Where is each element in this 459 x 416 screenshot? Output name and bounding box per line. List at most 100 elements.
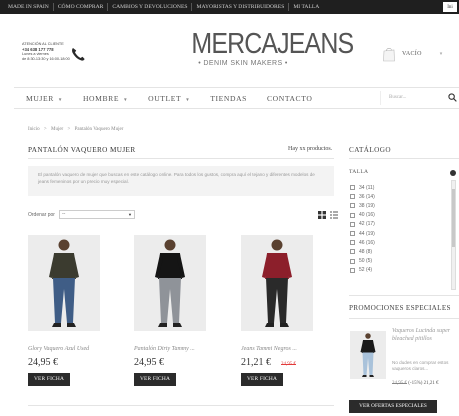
nav-item-hombre[interactable]: HOMBRE ▼ [83,94,128,103]
sort-label: Ordenar por [28,211,55,218]
product-image[interactable] [28,235,100,331]
cart-button[interactable]: VACÍO ▾ [382,46,442,62]
category-description: El pantalón vaquero de mujer que buscas … [28,166,334,196]
login-button[interactable]: Ini [443,2,457,12]
size-option-label: 40 (16) [359,212,375,219]
breadcrumb-separator: > [43,127,47,132]
checkbox[interactable] [350,231,355,237]
shopping-bag-icon [383,48,395,62]
breadcrumb-mujer[interactable]: Mujer [51,127,63,132]
breadcrumb-current: Pantalón Vaquero Mujer [74,127,124,132]
nav-item-tiendas[interactable]: TIENDAS [210,94,247,103]
view-product-button[interactable]: VER FICHA [241,373,283,386]
sort-select[interactable]: -- ▼ [58,210,135,219]
view-product-button[interactable]: VER FICHA [28,373,70,386]
size-option-label: 50 (5) [359,258,373,265]
size-option[interactable]: 44 (19) [350,229,450,238]
topbar-link-mayoristas[interactable]: MAYORISTAS Y DISTRIBUIDORES [192,3,290,11]
clear-filter-icon[interactable] [450,170,456,176]
divider [349,318,459,319]
product-image[interactable] [134,235,206,331]
product-price: 24,95 € [28,357,58,368]
size-option[interactable]: 50 (5) [350,257,450,266]
size-option[interactable]: 52 (4) [350,266,450,275]
checkbox[interactable] [350,212,355,218]
product-image[interactable] [241,235,313,331]
view-product-button[interactable]: VER FICHA [134,373,176,386]
checkbox[interactable] [350,267,355,273]
search-placeholder: Buscar... [389,95,407,100]
product-name[interactable]: Pantalón Dirty Tammy ... [134,346,214,352]
customer-service-info: ATENCIÓN AL CLIENTE +34 638 177 778 Lune… [22,42,70,62]
scrollbar-thumb[interactable] [452,189,455,247]
checkbox[interactable] [350,221,355,227]
cart-label: VACÍO [402,51,422,57]
nav-item-label: OUTLET [148,93,182,103]
size-option-label: 38 (19) [359,202,375,209]
promo-price: 21,21 € [423,381,439,386]
breadcrumb: Inicio > Mujer > Pantalón Vaquero Mujer [28,127,123,132]
phone-icon [72,48,85,61]
nav-item-outlet[interactable]: OUTLET ▼ [148,94,190,103]
size-option[interactable]: 34 (11) [350,183,450,192]
top-bar: MADE IN SPAIN CÓMO COMPRAR CAMBIOS Y DEV… [0,0,459,14]
sort-value: -- [61,212,66,217]
brand-tagline: • DENIM SKIN MAKERS • [198,60,288,67]
size-filter-list: 34 (11) 36 (14) 38 (19) 40 (16) 42 (17) … [350,183,450,287]
nav-item-label: MUJER [26,93,54,103]
size-option[interactable]: 48 (8) [350,247,450,256]
size-option[interactable]: 46 (16) [350,238,450,247]
checkbox[interactable] [350,240,355,246]
promo-product-name[interactable]: Vaqueros Lucinda super bleached pitillos [392,328,454,343]
page-title: PANTALÓN VAQUERO MUJER [28,146,136,154]
size-option[interactable]: 36 (14) [350,192,450,201]
search-input[interactable]: Buscar... [380,91,450,105]
sort-control: Ordenar por -- ▼ [28,210,135,219]
special-offers-button[interactable]: VER OFERTAS ESPECIALES [349,400,437,413]
topbar-link-mi-talla[interactable]: MI TALLA [289,3,323,11]
product-old-price: 24,95 € [281,362,296,367]
topbar-link-cambios[interactable]: CAMBIOS Y DEVOLUCIONES [108,3,193,11]
contact-hours: de 8:30-13:30 y 16:00-18:00 [22,57,70,61]
size-option[interactable]: 42 (17) [350,220,450,229]
size-filter-scrollbar[interactable] [451,180,456,290]
checkbox[interactable] [350,249,355,255]
nav-item-label: HOMBRE [82,93,120,103]
nav-item-label: CONTACTO [267,93,313,103]
topbar-link-como-comprar[interactable]: CÓMO COMPRAR [54,3,109,11]
product-price: 21,21 € [241,357,271,368]
size-filter-label: TALLA [349,169,369,175]
promotions-title: PROMOCIONES ESPECIALES [349,304,451,312]
login-label: Ini [447,4,453,10]
product-card: Pantalón Dirty Tammy ... 24,95 € VER FIC… [134,235,214,386]
product-card: Jeans Tammi Negros ... 21,21 € 24,95 € V… [241,235,321,386]
list-view-icon[interactable] [330,211,338,219]
price-row: 24,95 € [28,357,108,368]
promo-old-price: 24,95 € [392,381,407,386]
product-name[interactable]: Jeans Tammi Negros ... [241,346,321,352]
size-option[interactable]: 38 (19) [350,201,450,210]
checkbox[interactable] [350,203,355,209]
chevron-down-icon: ▾ [439,52,443,57]
breadcrumb-home[interactable]: Inicio [28,127,40,132]
checkbox[interactable] [350,258,355,264]
size-option-label: 44 (19) [359,230,375,237]
size-option-label: 48 (8) [359,248,373,255]
checkbox[interactable] [350,194,355,200]
topbar-link-made-in-spain[interactable]: MADE IN SPAIN [4,3,54,11]
product-name[interactable]: Glory Vaquero Azul Used [28,346,108,352]
price-row: 24,95 € [134,357,214,368]
divider [28,405,334,406]
size-option-label: 42 (17) [359,221,375,228]
nav-item-mujer[interactable]: MUJER ▼ [26,94,63,103]
product-count: Hay xx productos. [288,146,333,152]
promo-product-image[interactable] [350,331,386,379]
nav-item-contacto[interactable]: CONTACTO [267,94,312,103]
product-card: Glory Vaquero Azul Used 24,95 € VER FICH… [28,235,108,386]
divider [28,158,334,159]
grid-view-icon[interactable] [318,211,326,219]
size-option[interactable]: 40 (16) [350,211,450,220]
search-icon[interactable] [448,93,457,102]
site-logo[interactable]: MERCAJEANS • DENIM SKIN MAKERS • [183,30,354,68]
checkbox[interactable] [350,185,355,191]
